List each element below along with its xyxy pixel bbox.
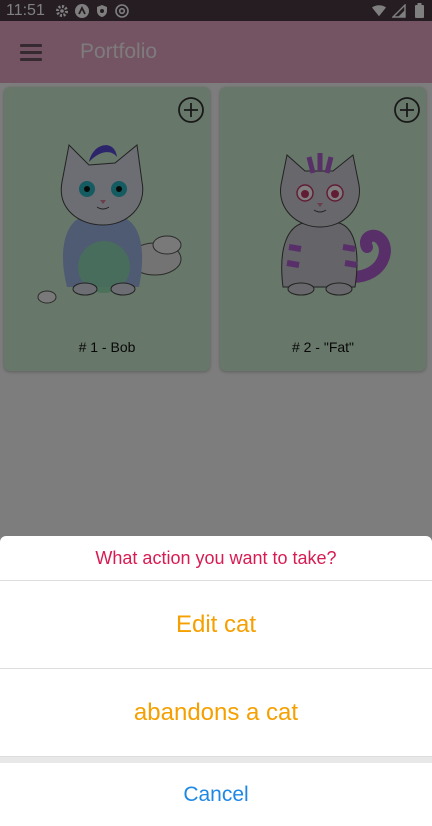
abandon-cat-button[interactable]: abandons a cat: [0, 669, 432, 757]
cancel-button[interactable]: Cancel: [0, 763, 432, 826]
screen: 11:51: [0, 0, 432, 826]
edit-cat-button[interactable]: Edit cat: [0, 581, 432, 669]
action-sheet-title: What action you want to take?: [0, 536, 432, 581]
action-sheet: What action you want to take? Edit cat a…: [0, 536, 432, 826]
